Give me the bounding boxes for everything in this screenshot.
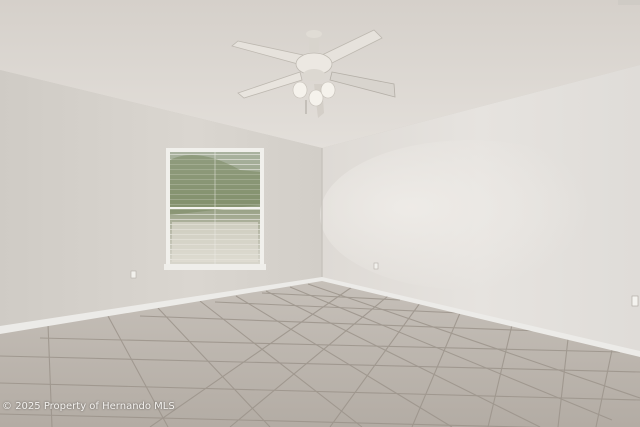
window bbox=[164, 148, 266, 270]
left-outlet bbox=[130, 270, 137, 279]
room-photo bbox=[0, 0, 640, 427]
top-right-fixture bbox=[618, 0, 640, 5]
far-right-outlet bbox=[631, 295, 639, 307]
copyright-watermark: © 2025 Property of Hernando MLS bbox=[2, 401, 175, 412]
right-wall-outlet bbox=[373, 262, 379, 270]
sunlight-patch bbox=[320, 140, 620, 290]
